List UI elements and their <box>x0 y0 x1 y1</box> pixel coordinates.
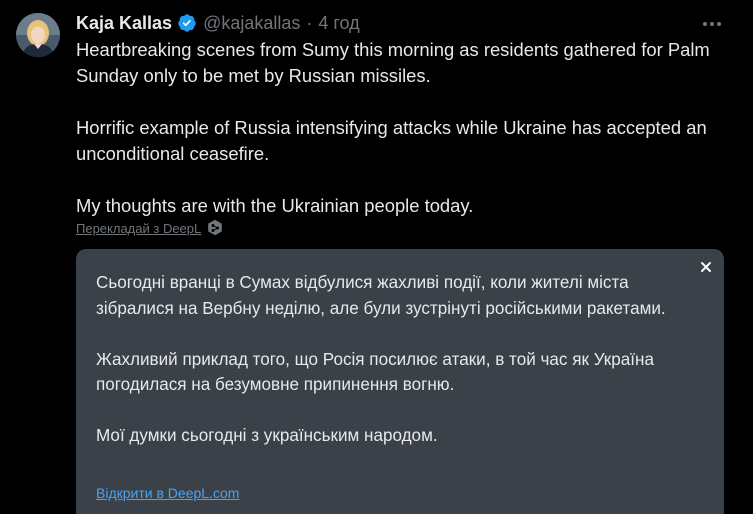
more-options-icon[interactable] <box>700 12 724 36</box>
author-name[interactable]: Kaja Kallas <box>76 13 172 34</box>
tweet-timestamp[interactable]: 4 год <box>318 13 359 34</box>
deepl-icon <box>207 219 223 237</box>
translation-paragraph: Мої думки сьогодні з українським народом… <box>96 426 438 445</box>
translation-paragraph: Сьогодні вранці в Сумах відбулися жахлив… <box>96 273 666 318</box>
tweet-header: Kaja Kallas @kajakallas · 4 год <box>76 11 360 35</box>
author-handle[interactable]: @kajakallas <box>203 13 300 34</box>
translation-paragraph: Жахливий приклад того, що Росія посилює … <box>96 349 654 395</box>
separator-dot: · <box>306 12 313 33</box>
close-icon[interactable] <box>698 259 714 275</box>
tweet-paragraph: Horrific example of Russia intensifying … <box>76 117 707 164</box>
avatar[interactable] <box>16 13 60 57</box>
translate-row: Перекладай з DeepL <box>76 218 223 238</box>
tweet-paragraph: Heartbreaking scenes from Sumy this morn… <box>76 39 710 86</box>
verified-badge-icon <box>177 13 197 33</box>
translation-text: Сьогодні вранці в Сумах відбулися жахлив… <box>96 270 696 449</box>
open-in-deepl-link[interactable]: Відкрити в DeepL.com <box>96 485 239 501</box>
tweet-text: Heartbreaking scenes from Sumy this morn… <box>76 37 736 219</box>
tweet[interactable]: Kaja Kallas @kajakallas · 4 год Heartbre… <box>0 0 753 514</box>
translate-link[interactable]: Перекладай з DeepL <box>76 221 201 236</box>
tweet-paragraph: My thoughts are with the Ukrainian peopl… <box>76 195 474 216</box>
translation-panel: Сьогодні вранці в Сумах відбулися жахлив… <box>76 249 724 514</box>
